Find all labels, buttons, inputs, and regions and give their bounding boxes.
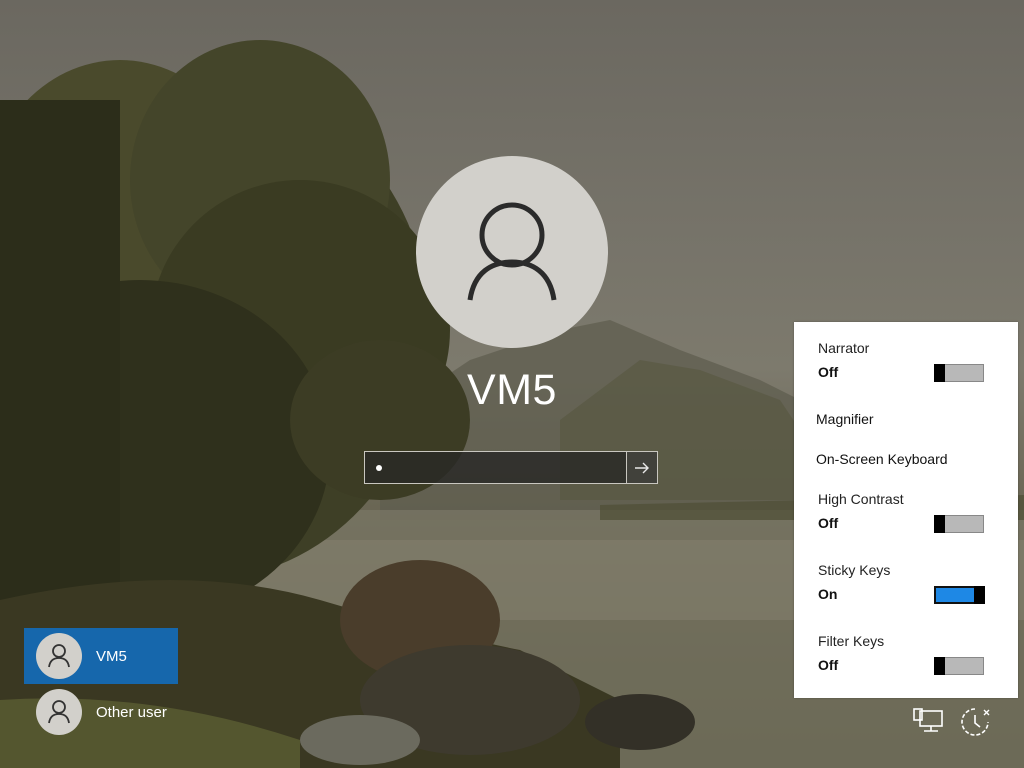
toggle-knob (974, 586, 985, 604)
ease-of-access-icon[interactable] (958, 706, 992, 743)
avatar (36, 633, 82, 679)
high-contrast-state: Off (818, 515, 839, 531)
sticky-keys-state: On (818, 586, 838, 602)
account-name: VM5 (467, 366, 557, 414)
narrator-label: Narrator (818, 340, 870, 356)
filter-keys-state: Off (818, 657, 839, 673)
user-silhouette-icon (467, 202, 557, 301)
sticky-keys-toggle[interactable] (934, 586, 985, 604)
toggle-knob (934, 364, 945, 382)
toggle-knob (934, 515, 945, 533)
narrator-state: Off (818, 364, 839, 380)
high-contrast-label: High Contrast (818, 491, 904, 507)
user-tile-label: Other user (96, 703, 167, 721)
submit-button[interactable] (626, 452, 657, 483)
magnifier-button[interactable]: Magnifier (816, 411, 874, 427)
high-contrast-setting: High Contrast Off (818, 491, 904, 531)
user-silhouette-icon (48, 644, 70, 668)
password-input[interactable] (365, 452, 626, 483)
sticky-keys-setting: Sticky Keys On (818, 562, 890, 602)
account-avatar (416, 156, 608, 348)
toggle-knob (934, 657, 945, 675)
high-contrast-toggle[interactable] (934, 515, 984, 533)
narrator-toggle[interactable] (934, 364, 984, 382)
sticky-keys-label: Sticky Keys (818, 562, 891, 578)
password-mask-dot (376, 465, 382, 471)
user-silhouette-icon (48, 700, 70, 724)
ease-of-access-panel: Narrator Off Magnifier On-Screen Keyboar… (794, 322, 1018, 698)
user-tile-label: VM5 (96, 647, 127, 665)
arrow-right-icon (635, 462, 649, 474)
on-screen-keyboard-button[interactable]: On-Screen Keyboard (816, 451, 948, 467)
filter-keys-setting: Filter Keys Off (818, 633, 884, 673)
user-switcher: VM5 Other user (24, 628, 178, 740)
narrator-setting: Narrator Off (818, 340, 869, 380)
avatar (36, 689, 82, 735)
password-field[interactable] (364, 451, 658, 484)
user-tile-other-user[interactable]: Other user (24, 684, 178, 740)
network-icon[interactable] (912, 708, 944, 741)
filter-keys-label: Filter Keys (818, 633, 885, 649)
user-tile-vm5[interactable]: VM5 (24, 628, 178, 684)
filter-keys-toggle[interactable] (934, 657, 984, 675)
